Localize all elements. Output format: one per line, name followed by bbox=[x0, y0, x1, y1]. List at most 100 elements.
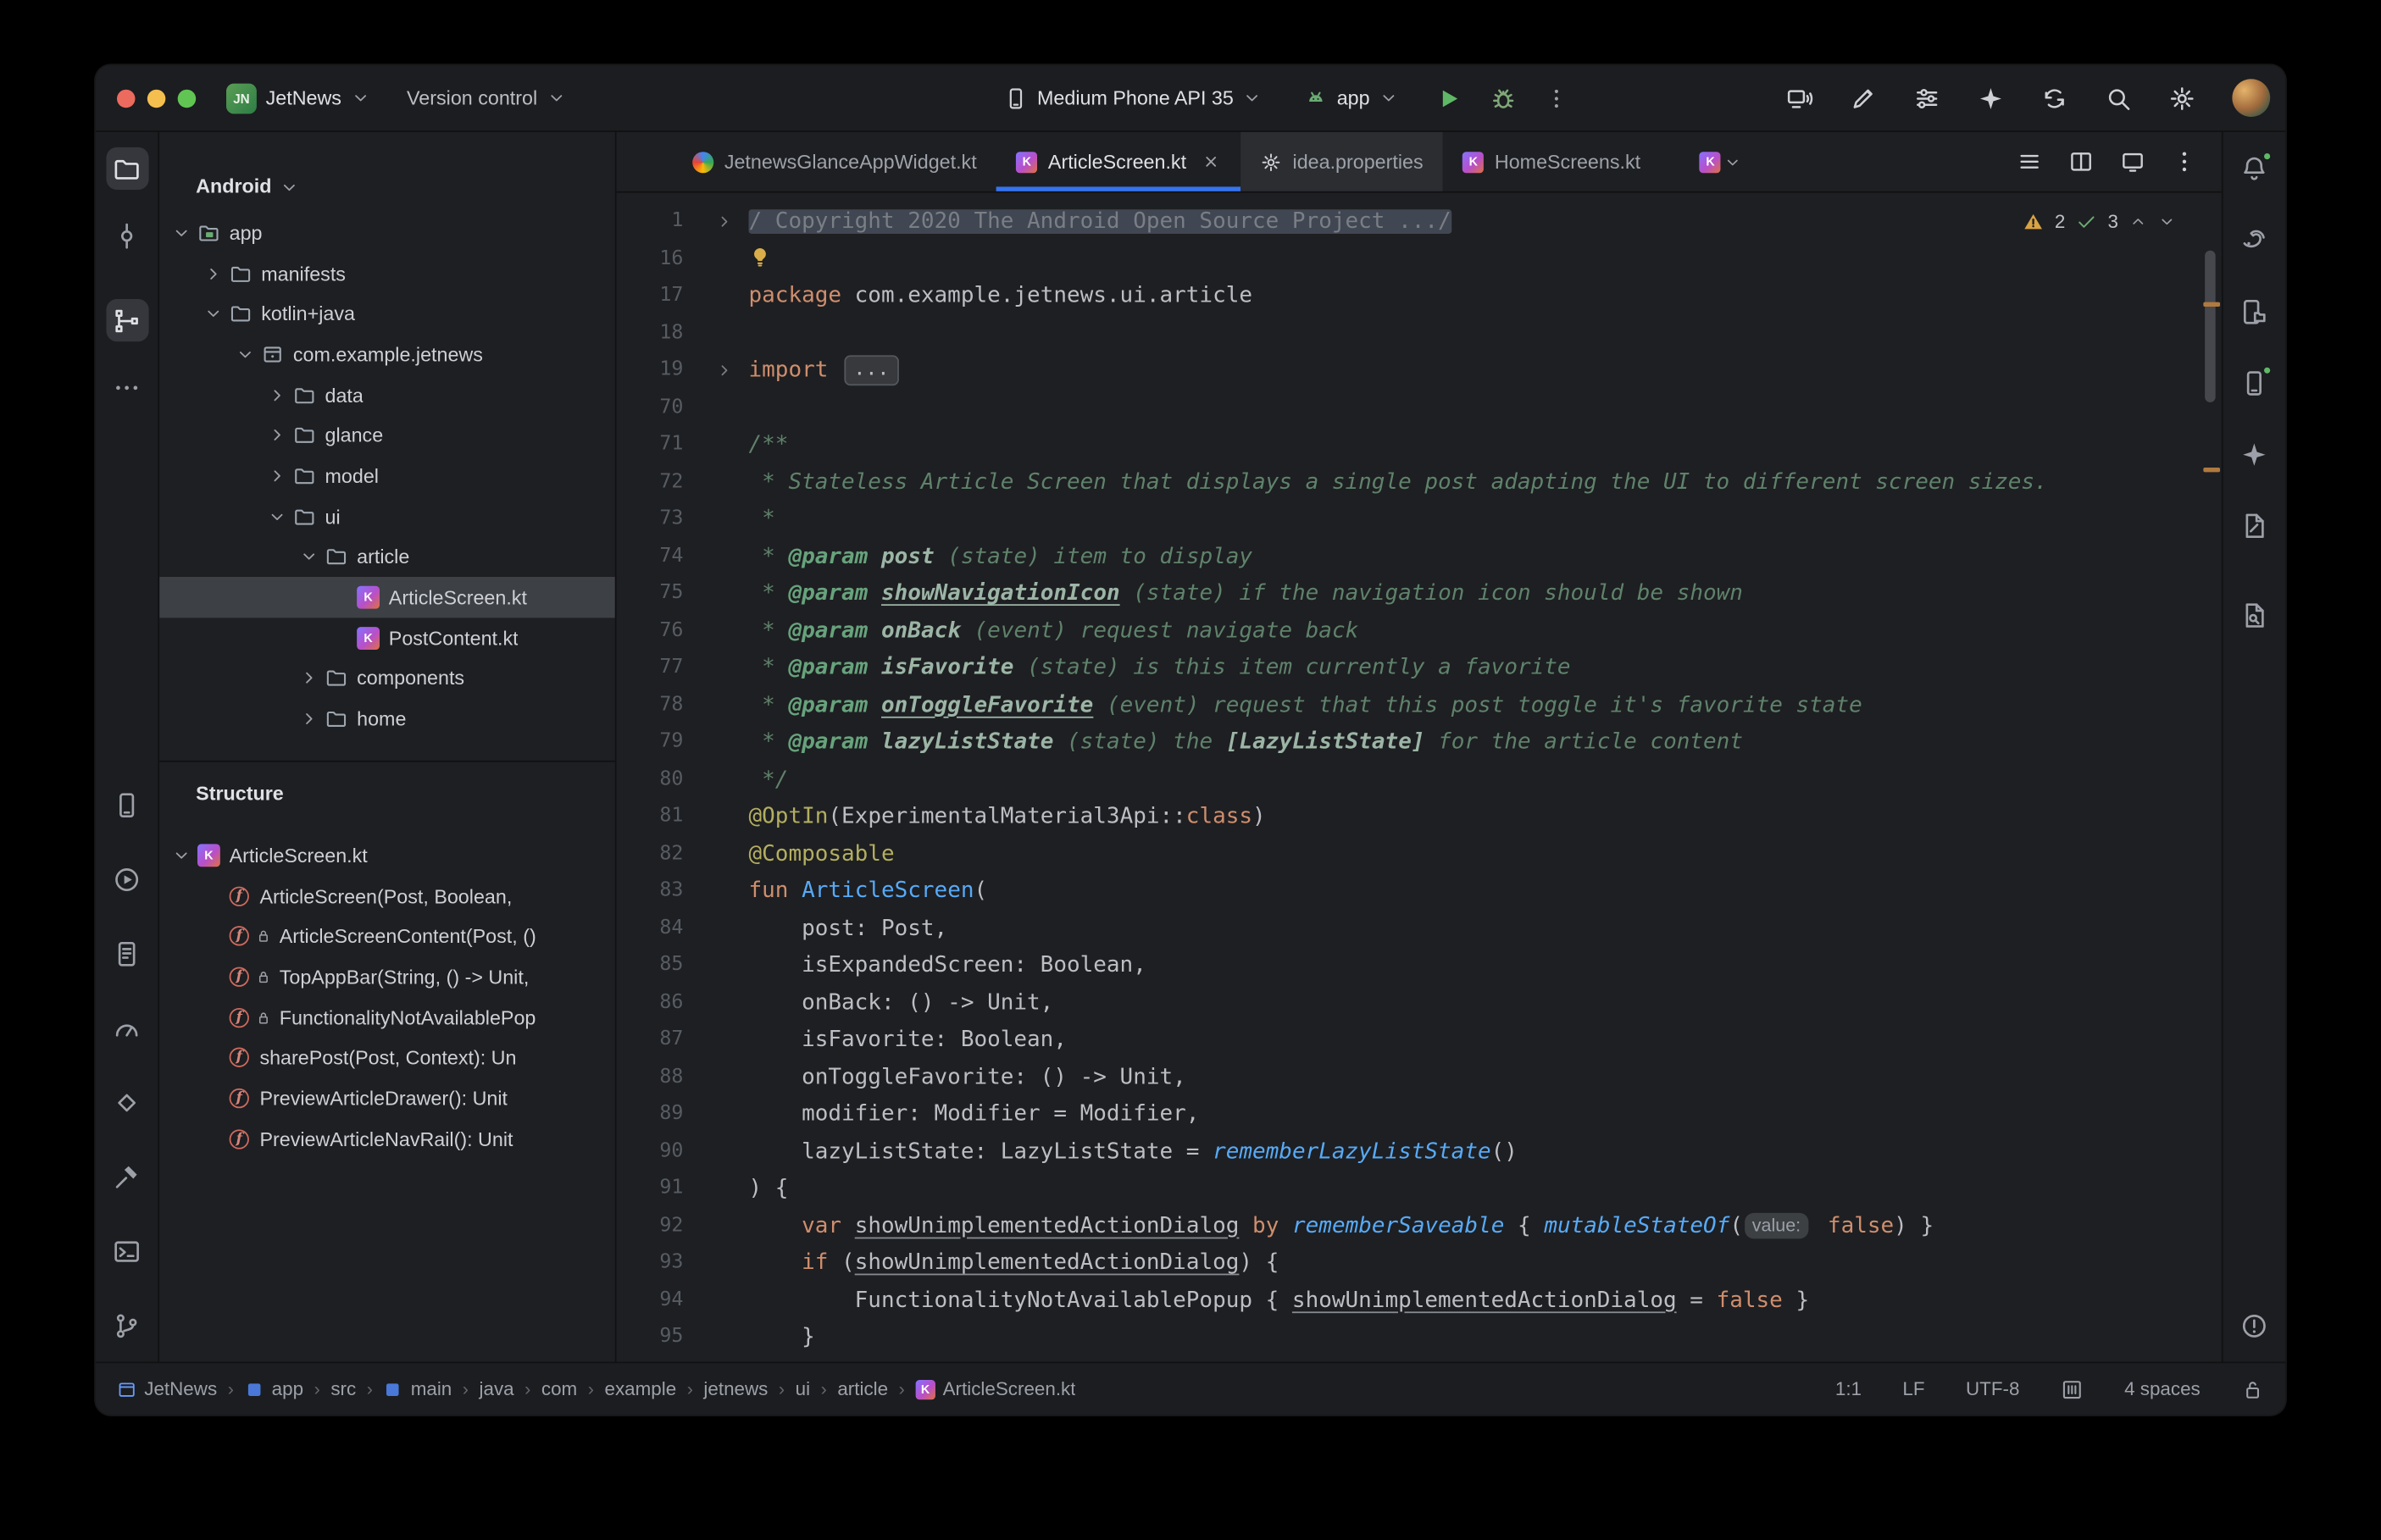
tool-button-notifications[interactable] bbox=[2233, 147, 2275, 190]
chevron-right-icon[interactable] bbox=[267, 464, 292, 487]
close-window-button[interactable] bbox=[117, 89, 136, 108]
chevron-down-icon[interactable] bbox=[299, 546, 325, 568]
hidden-tabs-dropdown[interactable]: K bbox=[1700, 151, 1742, 172]
chevron-right-icon[interactable] bbox=[299, 707, 325, 730]
code-line-82[interactable]: 82@Composable bbox=[617, 836, 2201, 873]
tool-button-running-devices[interactable] bbox=[106, 858, 148, 900]
code-line-89[interactable]: 89 modifier: Modifier = Modifier, bbox=[617, 1096, 2201, 1133]
code-line-84[interactable]: 84 post: Post, bbox=[617, 910, 2201, 947]
inspection-widget[interactable]: 2 3 bbox=[2023, 211, 2176, 232]
chevron-right-icon[interactable] bbox=[203, 262, 229, 285]
project-view-header[interactable]: Android bbox=[159, 132, 615, 213]
line-number[interactable]: 76 bbox=[617, 612, 684, 650]
chevron-down-icon[interactable] bbox=[172, 221, 197, 244]
code-editor[interactable]: 1/ Copyright 2020 The Android Open Sourc… bbox=[617, 193, 2222, 1362]
tool-button-build[interactable] bbox=[106, 1155, 148, 1198]
settings-sliders-icon[interactable] bbox=[1913, 84, 1940, 111]
tree-item-com-example-jetnews[interactable]: com.example.jetnews bbox=[159, 334, 615, 374]
line-number[interactable]: 83 bbox=[617, 872, 684, 910]
code-line-91[interactable]: 91) { bbox=[617, 1171, 2201, 1208]
line-number[interactable]: 80 bbox=[617, 762, 684, 799]
tree-item-model[interactable]: model bbox=[159, 456, 615, 496]
line-number[interactable]: 78 bbox=[617, 687, 684, 724]
tree-item-components[interactable]: components bbox=[159, 658, 615, 699]
run-config-selector[interactable]: app bbox=[1305, 86, 1399, 109]
tool-button-assistant[interactable] bbox=[2233, 504, 2275, 546]
tree-item-glance[interactable]: glance bbox=[159, 415, 615, 456]
tree-item-postcontent-kt[interactable]: KPostContent.kt bbox=[159, 618, 615, 658]
tree-item-data[interactable]: data bbox=[159, 374, 615, 415]
next-problem-icon[interactable] bbox=[2158, 213, 2177, 231]
tree-item-topappbar-string-unit[interactable]: fTopAppBar(String, () -> Unit, bbox=[159, 956, 615, 997]
tree-item-previewarticledrawer-unit[interactable]: fPreviewArticleDrawer(): Unit bbox=[159, 1078, 615, 1119]
breadcrumb-main[interactable]: main bbox=[383, 1378, 452, 1399]
warning-stripe-mark[interactable] bbox=[2203, 468, 2220, 472]
code-line-95[interactable]: 95 } bbox=[617, 1319, 2201, 1356]
tool-button-device-explorer[interactable] bbox=[2233, 290, 2275, 332]
tool-button-app-inspection[interactable] bbox=[106, 1081, 148, 1123]
line-number[interactable]: 89 bbox=[617, 1096, 684, 1133]
code-line-71[interactable]: 71/** bbox=[617, 427, 2201, 464]
ai-actions-icon[interactable] bbox=[1850, 84, 1877, 111]
code-line-74[interactable]: 74 * @param post (state) item to display bbox=[617, 538, 2201, 575]
tree-item-articlescreen-kt[interactable]: KArticleScreen.kt bbox=[159, 577, 615, 618]
breadcrumb-ui[interactable]: ui bbox=[796, 1378, 810, 1399]
status-indent-style[interactable]: 4 spaces bbox=[2124, 1378, 2201, 1399]
zoom-window-button[interactable] bbox=[178, 89, 197, 108]
status-file-encoding[interactable]: UTF-8 bbox=[1966, 1378, 2019, 1399]
tool-button-more-tool-windows[interactable] bbox=[106, 366, 148, 408]
vcs-widget[interactable]: Version control bbox=[407, 86, 566, 109]
code-line-70[interactable]: 70 bbox=[617, 390, 2201, 427]
search-everywhere-icon[interactable] bbox=[2105, 84, 2132, 111]
settings-gear-icon[interactable] bbox=[2168, 84, 2195, 111]
line-number[interactable]: 77 bbox=[617, 650, 684, 687]
tool-button-gradle[interactable] bbox=[2233, 219, 2275, 261]
breadcrumb-articlescreen-kt[interactable]: KArticleScreen.kt bbox=[915, 1378, 1075, 1399]
breadcrumb-app[interactable]: app bbox=[244, 1378, 303, 1399]
tool-button-profiler[interactable] bbox=[106, 1006, 148, 1049]
line-number[interactable]: 81 bbox=[617, 799, 684, 836]
tree-item-kotlin-java[interactable]: kotlin+java bbox=[159, 294, 615, 335]
folded-region-highlight[interactable]: / Copyright 2020 The Android Open Source… bbox=[749, 209, 1451, 234]
code-line-92[interactable]: 92 var showUnimplementedActionDialog by … bbox=[617, 1208, 2201, 1245]
device-preview-icon[interactable] bbox=[2120, 149, 2145, 174]
code-line-17[interactable]: 17package com.example.jetnews.ui.article bbox=[617, 278, 2201, 315]
code-line-83[interactable]: 83fun ArticleScreen( bbox=[617, 872, 2201, 910]
breadcrumb-src[interactable]: src bbox=[330, 1378, 356, 1399]
code-line-85[interactable]: 85 isExpandedScreen: Boolean, bbox=[617, 947, 2201, 984]
line-number[interactable]: 75 bbox=[617, 575, 684, 612]
code-line-19[interactable]: 19import ... bbox=[617, 352, 2201, 390]
line-number[interactable]: 17 bbox=[617, 278, 684, 315]
tool-button-terminal[interactable] bbox=[106, 1230, 148, 1272]
fold-marker-icon[interactable] bbox=[683, 352, 748, 390]
tree-item-articlescreen-post-boolean[interactable]: fArticleScreen(Post, Boolean, bbox=[159, 875, 615, 916]
tool-button-structure[interactable] bbox=[106, 299, 148, 341]
device-streaming-icon[interactable] bbox=[1786, 84, 1813, 111]
tab-articlescreen-kt[interactable]: KArticleScreen.kt bbox=[996, 132, 1241, 191]
line-number[interactable]: 70 bbox=[617, 390, 684, 427]
tab-homescreens-kt[interactable]: KHomeScreens.kt bbox=[1443, 132, 1660, 191]
line-number[interactable]: 73 bbox=[617, 501, 684, 538]
code-line-76[interactable]: 76 * @param onBack (event) request navig… bbox=[617, 612, 2201, 650]
split-editor-icon[interactable] bbox=[2068, 149, 2094, 174]
code-line-1[interactable]: 1/ Copyright 2020 The Android Open Sourc… bbox=[617, 203, 2201, 241]
line-number[interactable]: 87 bbox=[617, 1022, 684, 1059]
line-number[interactable]: 72 bbox=[617, 463, 684, 501]
structure-header[interactable]: Structure bbox=[159, 762, 615, 817]
code-line-78[interactable]: 78 * @param onToggleFavorite (event) req… bbox=[617, 687, 2201, 724]
tool-button-project[interactable] bbox=[106, 147, 148, 190]
line-number[interactable]: 71 bbox=[617, 427, 684, 464]
tab-idea-properties[interactable]: idea.properties bbox=[1241, 132, 1443, 191]
chevron-right-icon[interactable] bbox=[267, 424, 292, 446]
code-line-81[interactable]: 81@OptIn(ExperimentalMaterial3Api::class… bbox=[617, 799, 2201, 836]
line-number[interactable]: 18 bbox=[617, 315, 684, 352]
close-icon[interactable] bbox=[1202, 152, 1221, 171]
chevron-down-icon[interactable] bbox=[172, 844, 197, 867]
tool-button-problems[interactable] bbox=[2233, 1304, 2275, 1346]
new-features-icon[interactable] bbox=[1977, 84, 2004, 111]
line-number[interactable]: 79 bbox=[617, 724, 684, 762]
breadcrumb-java[interactable]: java bbox=[480, 1378, 514, 1399]
code-line-79[interactable]: 79 * @param lazyListState (state) the [L… bbox=[617, 724, 2201, 762]
code-line-90[interactable]: 90 lazyListState: LazyListState = rememb… bbox=[617, 1133, 2201, 1171]
tree-item-articlescreencontent-post[interactable]: fArticleScreenContent(Post, () bbox=[159, 916, 615, 956]
